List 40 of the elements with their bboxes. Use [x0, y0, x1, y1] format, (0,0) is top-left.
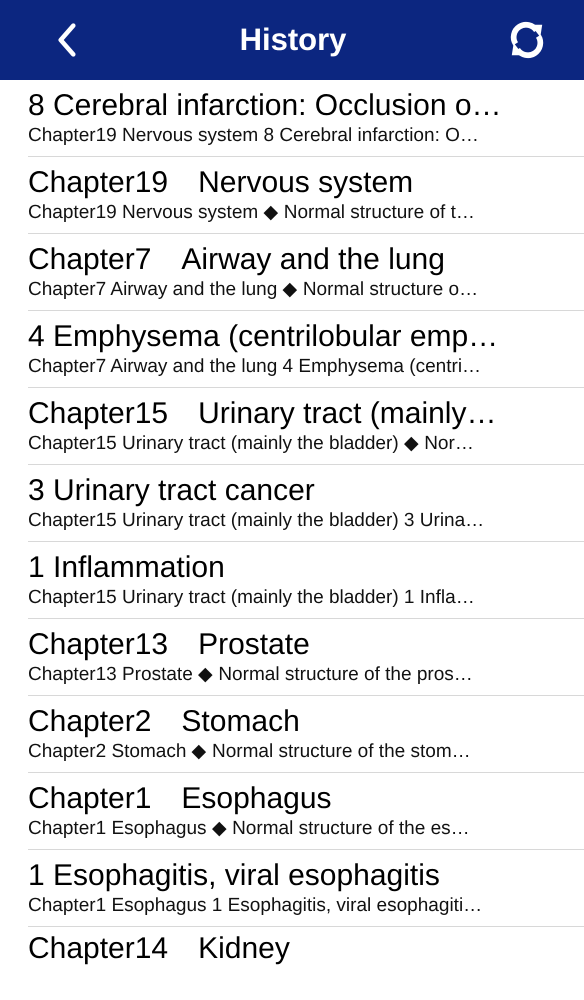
- item-subtitle: Chapter15 Urinary tract (mainly the bladder) 1 Infla…: [28, 586, 476, 610]
- item-subtitle: Chapter13 Prostate ◆ Normal structure of the pros…: [28, 663, 474, 687]
- history-item[interactable]: 1 Esophagitis, viral esophagitis Chapter1 Esophagus 1 Esophagitis, viral esophagiti…: [28, 850, 584, 927]
- item-subtitle: Chapter15 Urinary tract (mainly the bladder) ◆ Nor…: [28, 432, 475, 456]
- history-item[interactable]: Chapter13 Prostate Chapter13 Prostate ◆ Normal structure of the pros…: [28, 619, 584, 696]
- refresh-icon: [508, 20, 546, 60]
- item-title: Chapter13 Prostate: [28, 627, 311, 663]
- item-title: Chapter15 Urinary tract (mainly…: [28, 396, 498, 432]
- nav-title: History: [240, 22, 346, 58]
- item-subtitle: Chapter1 Esophagus 1 Esophagitis, viral esophagiti…: [28, 894, 484, 918]
- history-item[interactable]: Chapter1 Esophagus Chapter1 Esophagus ◆ Normal structure of the es…: [28, 773, 584, 850]
- item-subtitle: Chapter19 Nervous system ◆ Normal structure of t…: [28, 201, 476, 225]
- item-title: 1 Esophagitis, viral esophagitis: [28, 858, 441, 894]
- item-title: 4 Emphysema (centrilobular emp…: [28, 319, 500, 355]
- item-subtitle: Chapter15 Urinary tract (mainly the bladder) 3 Urina…: [28, 509, 486, 533]
- history-item[interactable]: Chapter14 Kidney: [28, 927, 584, 967]
- item-title: Chapter2 Stomach: [28, 704, 301, 740]
- item-title: 8 Cerebral infarction: Occlusion o…: [28, 88, 503, 124]
- item-subtitle: Chapter7 Airway and the lung 4 Emphysema (centri…: [28, 355, 482, 379]
- item-subtitle: Chapter2 Stomach ◆ Normal structure of the stom…: [28, 740, 472, 764]
- history-item[interactable]: Chapter7 Airway and the lung Chapter7 Airway and the lung ◆ Normal structure o…: [28, 234, 584, 311]
- refresh-button[interactable]: [508, 20, 546, 60]
- history-item[interactable]: 1 Inflammation Chapter15 Urinary tract (mainly the bladder) 1 Infla…: [28, 542, 584, 619]
- item-subtitle: Chapter7 Airway and the lung ◆ Normal structure o…: [28, 278, 480, 302]
- history-item[interactable]: Chapter2 Stomach Chapter2 Stomach ◆ Normal structure of the stom…: [28, 696, 584, 773]
- history-item[interactable]: 8 Cerebral infarction: Occlusion o… Chapter19 Nervous system 8 Cerebral infarction: O…: [28, 80, 584, 157]
- history-item[interactable]: Chapter15 Urinary tract (mainly… Chapter15 Urinary tract (mainly the bladder) ◆ Nor…: [28, 388, 584, 465]
- history-item[interactable]: 4 Emphysema (centrilobular emp… Chapter7 Airway and the lung 4 Emphysema (centri…: [28, 311, 584, 388]
- item-title: 1 Inflammation: [28, 550, 226, 586]
- back-chevron-icon: [56, 22, 78, 58]
- item-subtitle: Chapter1 Esophagus ◆ Normal structure of the es…: [28, 817, 471, 841]
- history-item[interactable]: 3 Urinary tract cancer Chapter15 Urinary tract (mainly the bladder) 3 Urina…: [28, 465, 584, 542]
- item-title: 3 Urinary tract cancer: [28, 473, 316, 509]
- item-title: Chapter19 Nervous system: [28, 165, 414, 201]
- item-subtitle: Chapter19 Nervous system 8 Cerebral infarction: O…: [28, 124, 480, 148]
- item-title: Chapter7 Airway and the lung: [28, 242, 446, 278]
- item-title: Chapter1 Esophagus: [28, 781, 333, 817]
- history-item[interactable]: Chapter19 Nervous system Chapter19 Nervous system ◆ Normal structure of t…: [28, 157, 584, 234]
- item-title: Chapter14 Kidney: [28, 931, 291, 967]
- back-button[interactable]: [56, 22, 78, 58]
